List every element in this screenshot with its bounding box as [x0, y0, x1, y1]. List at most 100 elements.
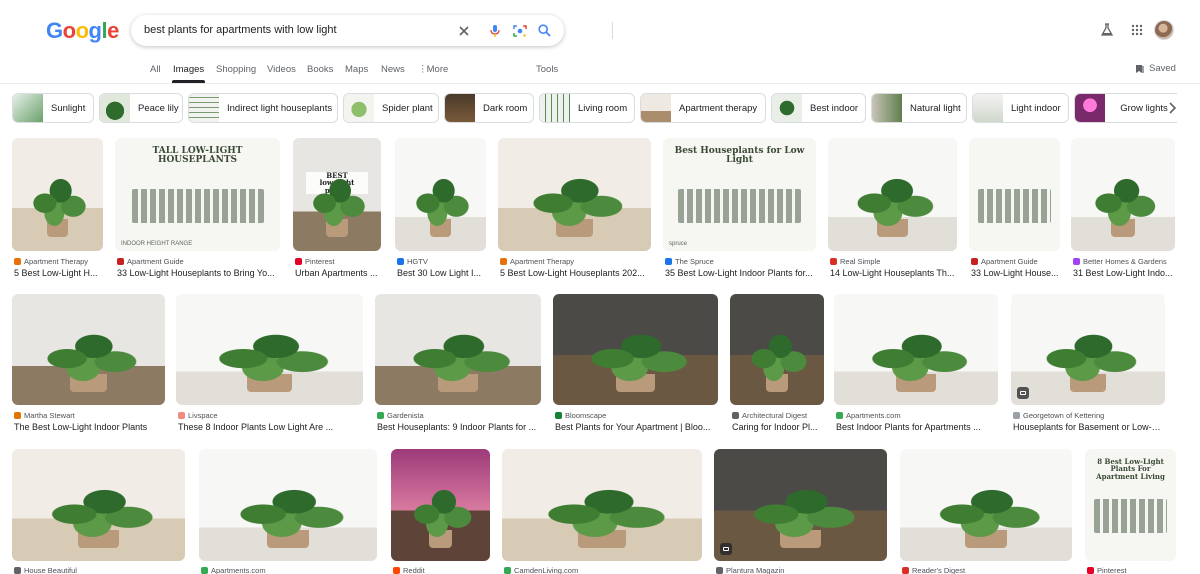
chip-peace-lily[interactable]: Peace lily: [99, 93, 183, 123]
google-logo[interactable]: Google: [46, 18, 119, 44]
image-result[interactable]: 8 Best Low-Light Plants For Apartment Livi…: [1085, 449, 1176, 574]
saved-button[interactable]: Saved: [1135, 63, 1176, 74]
result-thumbnail[interactable]: BEST low-light plants: [293, 138, 381, 251]
result-source[interactable]: Apartment Therapy: [500, 257, 651, 266]
image-result[interactable]: Best Houseplants for Low Light spruce The …: [663, 138, 816, 280]
result-source[interactable]: Better Homes & Gardens: [1073, 257, 1175, 266]
result-source[interactable]: Pinterest: [1087, 566, 1176, 574]
result-title[interactable]: 5 Best Low-Light Houseplants 202...: [500, 268, 651, 278]
tab-videos[interactable]: Videos: [267, 64, 296, 75]
chip-grow-lights[interactable]: Grow lights: [1074, 93, 1177, 123]
image-result[interactable]: Reddit: [391, 449, 490, 574]
result-source[interactable]: CamdenLiving.com: [504, 566, 702, 574]
result-title[interactable]: 33 Low-Light Houseplants to Bring Yo...: [117, 268, 280, 278]
result-source[interactable]: Apartment Guide: [971, 257, 1060, 266]
tab-images[interactable]: Images: [173, 64, 204, 75]
result-source[interactable]: Georgetown of Kettering: [1013, 411, 1165, 420]
result-title[interactable]: 14 Low-Light Houseplants Th...: [830, 268, 957, 278]
chevron-right-icon[interactable]: [1163, 98, 1181, 118]
image-result[interactable]: House Beautiful: [12, 449, 185, 574]
image-result[interactable]: Georgetown of Kettering Houseplants for B…: [1011, 294, 1165, 434]
result-thumbnail[interactable]: [900, 449, 1072, 561]
result-source[interactable]: Bloomscape: [555, 411, 718, 420]
result-source[interactable]: Pinterest: [295, 257, 381, 266]
chip-sunlight[interactable]: Sunlight: [12, 93, 94, 123]
chip-spider-plant[interactable]: Spider plant: [343, 93, 439, 123]
image-result[interactable]: Gardenista Best Houseplants: 9 Indoor Pla…: [375, 294, 541, 434]
result-thumbnail[interactable]: [730, 294, 824, 405]
tab-shopping[interactable]: Shopping: [216, 64, 256, 75]
tab-maps[interactable]: Maps: [345, 64, 368, 75]
result-thumbnail[interactable]: [391, 449, 490, 561]
voice-search-icon[interactable]: [486, 22, 503, 39]
result-thumbnail[interactable]: TALL LOW-LIGHT HOUSEPLANTS INDOOR HEIGHT R…: [115, 138, 280, 251]
image-result[interactable]: CamdenLiving.com: [502, 449, 702, 574]
labs-flask-icon[interactable]: [1093, 16, 1121, 44]
search-box[interactable]: [131, 15, 613, 46]
image-result[interactable]: Apartments.com Best Indoor Plants for Apa…: [834, 294, 998, 434]
result-source[interactable]: Gardenista: [377, 411, 541, 420]
result-thumbnail[interactable]: 8 Best Low-Light Plants For Apartment Livi…: [1085, 449, 1176, 561]
image-result[interactable]: BEST low-light plants Pinterest Urban Apartm…: [293, 138, 381, 280]
image-result[interactable]: Architectural Digest Caring for Indoor Pl…: [730, 294, 824, 434]
result-source[interactable]: Livspace: [178, 411, 363, 420]
result-title[interactable]: The Best Low-Light Indoor Plants: [14, 422, 165, 432]
result-title[interactable]: These 8 Indoor Plants Low Light Are ...: [178, 422, 363, 432]
image-result[interactable]: Apartment Therapy 5 Best Low-Light Housep…: [498, 138, 651, 280]
result-source[interactable]: HGTV: [397, 257, 486, 266]
result-source[interactable]: Plantura Magazin: [716, 566, 887, 574]
result-title[interactable]: 31 Best Low-Light Indo...: [1073, 268, 1175, 278]
lens-search-icon[interactable]: [511, 22, 528, 39]
result-title[interactable]: Caring for Indoor Pl...: [732, 422, 824, 432]
result-thumbnail[interactable]: [553, 294, 718, 405]
result-thumbnail[interactable]: Best Houseplants for Low Light spruce: [663, 138, 816, 251]
search-input[interactable]: [144, 20, 444, 40]
tab-books[interactable]: Books: [307, 64, 333, 75]
result-source[interactable]: Reader's Digest: [902, 566, 1072, 574]
image-result[interactable]: HGTV Best 30 Low Light I...: [395, 138, 486, 280]
chip-living-room[interactable]: Living room: [539, 93, 635, 123]
result-source[interactable]: Martha Stewart: [14, 411, 165, 420]
chip-indirect-light-houseplants[interactable]: Indirect light houseplants: [188, 93, 338, 123]
result-thumbnail[interactable]: [199, 449, 377, 561]
result-title[interactable]: 35 Best Low-Light Indoor Plants for...: [665, 268, 816, 278]
result-title[interactable]: Best Indoor Plants for Apartments ...: [836, 422, 998, 432]
tab-more[interactable]: ⋮ More: [418, 64, 448, 75]
image-result[interactable]: TALL LOW-LIGHT HOUSEPLANTS INDOOR HEIGHT R…: [115, 138, 280, 280]
image-result[interactable]: Real Simple 14 Low-Light Houseplants Th..…: [828, 138, 957, 280]
result-source[interactable]: Architectural Digest: [732, 411, 824, 420]
clear-icon[interactable]: [455, 22, 472, 39]
result-source[interactable]: The Spruce: [665, 257, 816, 266]
image-result[interactable]: Reader's Digest: [900, 449, 1072, 574]
result-source[interactable]: Apartment Therapy: [14, 257, 103, 266]
result-thumbnail[interactable]: [714, 449, 887, 561]
result-thumbnail[interactable]: [969, 138, 1060, 251]
result-title[interactable]: Houseplants for Basement or Low-Lig...: [1013, 422, 1165, 432]
image-result[interactable]: Bloomscape Best Plants for Your Apartment…: [553, 294, 718, 434]
result-thumbnail[interactable]: [828, 138, 957, 251]
chip-apartment-therapy[interactable]: Apartment therapy: [640, 93, 766, 123]
result-title[interactable]: Best 30 Low Light I...: [397, 268, 486, 278]
image-result[interactable]: Better Homes & Gardens 31 Best Low-Light …: [1071, 138, 1175, 280]
chip-dark-room[interactable]: Dark room: [444, 93, 534, 123]
result-source[interactable]: Reddit: [393, 566, 490, 574]
image-result[interactable]: Plantura Magazin: [714, 449, 887, 574]
result-thumbnail[interactable]: [502, 449, 702, 561]
tools-button[interactable]: Tools: [536, 64, 558, 75]
chip-natural-light[interactable]: Natural light: [871, 93, 967, 123]
result-title[interactable]: Urban Apartments ...: [295, 268, 381, 278]
result-thumbnail[interactable]: [12, 449, 185, 561]
result-thumbnail[interactable]: [1071, 138, 1175, 251]
image-result[interactable]: Apartment Guide 33 Low-Light House...: [969, 138, 1060, 280]
tab-news[interactable]: News: [381, 64, 405, 75]
image-result[interactable]: Apartment Therapy 5 Best Low-Light H...: [12, 138, 103, 280]
chip-light-indoor[interactable]: Light indoor: [972, 93, 1069, 123]
result-thumbnail[interactable]: [12, 294, 165, 405]
apps-grid-icon[interactable]: [1123, 16, 1151, 44]
result-source[interactable]: House Beautiful: [14, 566, 185, 574]
result-source[interactable]: Real Simple: [830, 257, 957, 266]
image-result[interactable]: Martha Stewart The Best Low-Light Indoor …: [12, 294, 165, 434]
account-avatar[interactable]: [1154, 20, 1174, 40]
search-icon[interactable]: [536, 22, 553, 39]
chip-best-indoor[interactable]: Best indoor: [771, 93, 866, 123]
